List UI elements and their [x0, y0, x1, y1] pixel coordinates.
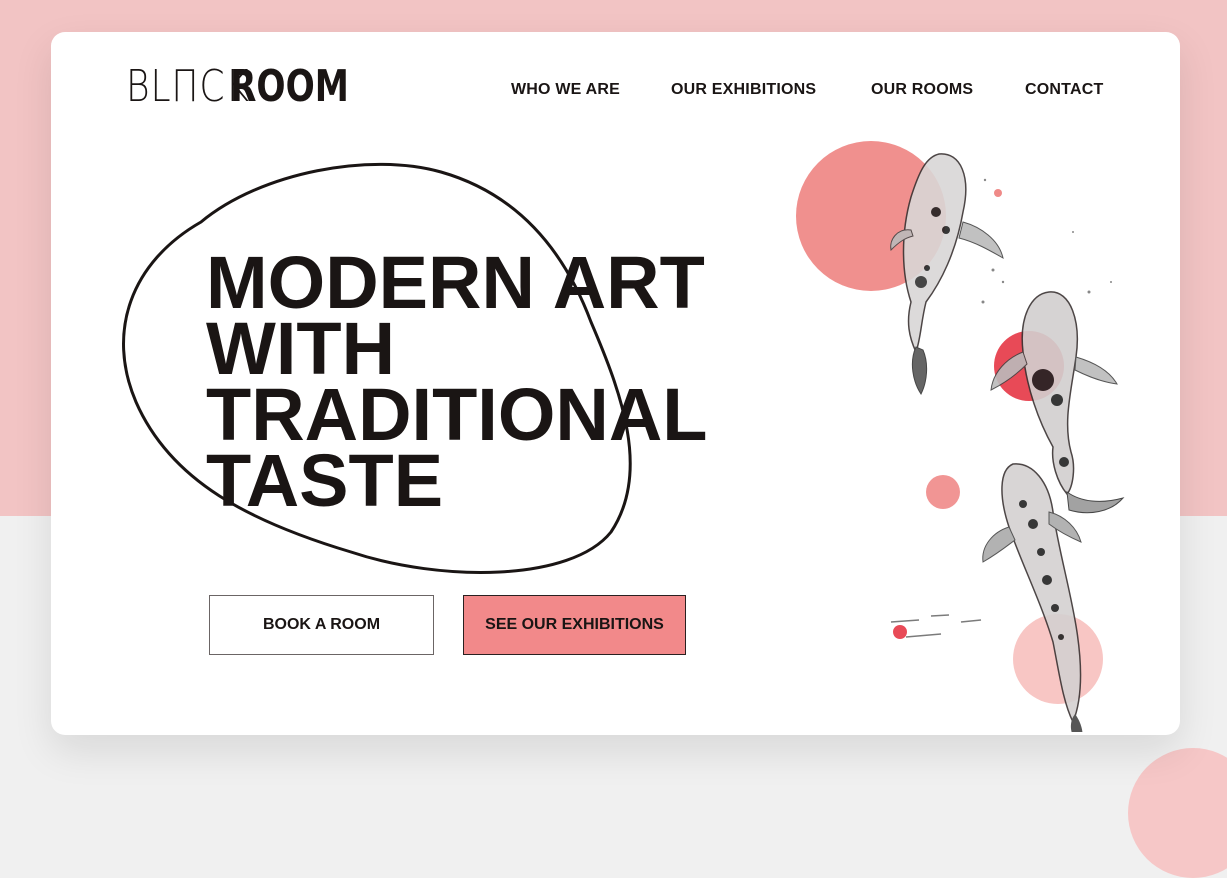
nav-item-our-exhibitions[interactable]: OUR EXHIBITIONS [671, 81, 816, 99]
hero-headline: MODERN ART WITH TRADITIONAL TASTE [206, 246, 708, 522]
nav-item-contact[interactable]: CONTACT [1025, 81, 1103, 99]
tiny-coral-dot [994, 189, 1002, 197]
main-nav: WHO WE ARE OUR EXHIBITIONS OUR ROOMS CON… [51, 81, 1180, 103]
headline-line-4: TASTE [206, 439, 444, 522]
red-dot [893, 625, 907, 639]
small-coral-circle [926, 475, 960, 509]
koi-fish-illustration [796, 141, 1125, 732]
nav-item-our-rooms[interactable]: OUR ROOMS [871, 81, 973, 99]
ink-dots [981, 178, 1112, 304]
nav-item-who-we-are[interactable]: WHO WE ARE [511, 81, 620, 99]
see-exhibitions-button[interactable]: SEE OUR EXHIBITIONS [463, 595, 686, 655]
book-a-room-button[interactable]: BOOK A ROOM [209, 595, 434, 655]
hero-card: BLΠCK ROOM WHO WE ARE OUR EXHIBITIONS OU… [51, 32, 1180, 735]
